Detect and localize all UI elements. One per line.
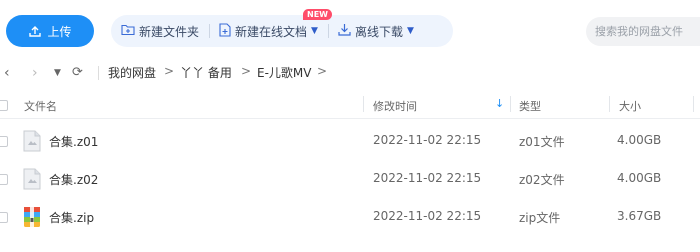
- file-type: z02文件: [519, 173, 565, 187]
- forward-arrow-icon[interactable]: ›: [32, 63, 38, 83]
- upload-icon: [28, 24, 42, 38]
- column-divider: [693, 96, 694, 112]
- file-modified: 2022-11-02 22:15: [373, 171, 482, 185]
- new-folder-icon: [121, 23, 135, 39]
- offline-download-label: 离线下载: [354, 24, 403, 39]
- new-folder-button[interactable]: 新建文件夹: [111, 15, 209, 47]
- row-checkbox[interactable]: [0, 212, 8, 223]
- history-dropdown-icon[interactable]: ▼: [54, 63, 61, 83]
- chevron-down-icon: ▼: [406, 26, 414, 36]
- file-name[interactable]: 合集.z02: [49, 171, 98, 188]
- upload-button[interactable]: 上传: [6, 15, 94, 47]
- select-all-checkbox[interactable]: [0, 100, 8, 111]
- back-arrow-icon[interactable]: ‹: [4, 63, 10, 83]
- file-size: 4.00GB: [617, 171, 662, 185]
- new-doc-icon: [219, 22, 231, 40]
- new-badge: NEW: [303, 9, 332, 20]
- file-type: zip文件: [519, 211, 561, 225]
- new-online-doc-label: 新建在线文档: [235, 24, 308, 39]
- breadcrumb-item-backup[interactable]: 丫丫 备用: [180, 64, 232, 81]
- search-input[interactable]: [586, 17, 700, 46]
- breadcrumb-item-current[interactable]: E-儿歌MV: [257, 64, 311, 81]
- table-row[interactable]: 合集.z01 2022-11-02 22:15 z01文件 4.00GB: [0, 122, 700, 160]
- file-size: 3.67GB: [617, 209, 662, 223]
- table-row[interactable]: 合集.zip 2022-11-02 22:15 zip文件 3.67GB: [0, 198, 700, 236]
- row-checkbox[interactable]: [0, 174, 8, 185]
- table-row[interactable]: 合集.z02 2022-11-02 22:15 z02文件 4.00GB: [0, 160, 700, 198]
- zip-archive-icon: [23, 206, 41, 228]
- file-modified: 2022-11-02 22:15: [373, 133, 482, 147]
- refresh-icon[interactable]: ⟳: [72, 63, 83, 83]
- file-type: z01文件: [519, 135, 565, 149]
- upload-label: 上传: [47, 24, 72, 39]
- table-header: [0, 92, 700, 119]
- chevron-down-icon: ▼: [311, 26, 318, 36]
- breadcrumb-separator: >: [164, 64, 175, 78]
- file-size: 4.00GB: [617, 133, 662, 147]
- file-modified: 2022-11-02 22:15: [373, 209, 482, 223]
- offline-download-button[interactable]: 离线下载 ▼: [327, 15, 424, 47]
- file-name[interactable]: 合集.z01: [49, 133, 98, 150]
- column-header-name[interactable]: 文件名: [24, 98, 57, 114]
- toolbar-group: 新建文件夹 新建在线文档 ▼ 离线下载 ▼: [111, 15, 453, 47]
- download-icon: [338, 23, 351, 39]
- toolbar: 上传 新建文件夹 新建在线文档 ▼ 离线下载 ▼ NEW 搜索我的网盘文件: [0, 0, 700, 60]
- breadcrumb-separator: >: [317, 64, 328, 78]
- breadcrumb-item-my-drive[interactable]: 我的网盘: [108, 64, 156, 81]
- generic-file-icon: [23, 130, 41, 152]
- sort-down-arrow-icon[interactable]: ↓: [495, 97, 504, 110]
- generic-file-icon: [23, 168, 41, 190]
- column-header-size[interactable]: 大小: [619, 98, 641, 114]
- column-header-type[interactable]: 类型: [519, 98, 541, 114]
- breadcrumb-separator: >: [241, 64, 252, 78]
- file-name[interactable]: 合集.zip: [49, 209, 94, 226]
- nav-divider: [98, 66, 99, 80]
- column-divider: [510, 96, 511, 112]
- navigation-bar: [0, 60, 700, 86]
- column-divider: [609, 96, 610, 112]
- row-checkbox[interactable]: [0, 136, 8, 147]
- column-header-modified[interactable]: 修改时间: [373, 98, 417, 114]
- new-folder-label: 新建文件夹: [139, 24, 200, 39]
- column-divider: [363, 96, 364, 112]
